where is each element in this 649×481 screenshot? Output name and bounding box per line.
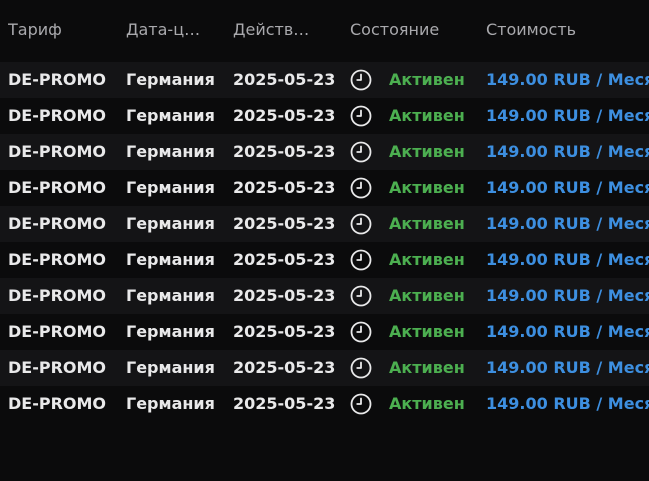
cell-plan: DE-PROMO bbox=[8, 70, 107, 89]
cell-status: Активен bbox=[389, 394, 465, 413]
cell-country: Германия bbox=[126, 142, 215, 161]
table-body: DE-PROMO Германия 2025-05-23 Активен 149… bbox=[0, 62, 649, 422]
cell-plan: DE-PROMO bbox=[8, 178, 107, 197]
table-row[interactable]: DE-PROMO Германия 2025-05-23 Активен 149… bbox=[0, 206, 649, 242]
clock-icon bbox=[350, 69, 372, 91]
cell-price-link[interactable]: 149.00 RUB / Месяц bbox=[486, 98, 649, 134]
cell-country: Германия bbox=[126, 286, 215, 305]
cell-plan: DE-PROMO bbox=[8, 286, 107, 305]
cell-status: Активен bbox=[389, 178, 465, 197]
table-row[interactable]: DE-PROMO Германия 2025-05-23 Активен 149… bbox=[0, 134, 649, 170]
cell-price-link[interactable]: 149.00 RUB / Месяц bbox=[486, 350, 649, 386]
column-header-status[interactable]: Состояние bbox=[350, 20, 470, 39]
cell-date: 2025-05-23 bbox=[233, 358, 336, 377]
cell-date: 2025-05-23 bbox=[233, 286, 336, 305]
cell-price-link[interactable]: 149.00 RUB / Месяц bbox=[486, 314, 649, 350]
column-header-valid-until[interactable]: Действ… bbox=[233, 20, 317, 39]
cell-date: 2025-05-23 bbox=[233, 214, 336, 233]
table-row[interactable]: DE-PROMO Германия 2025-05-23 Активен 149… bbox=[0, 62, 649, 98]
cell-date: 2025-05-23 bbox=[233, 322, 336, 341]
cell-date: 2025-05-23 bbox=[233, 106, 336, 125]
cell-status: Активен bbox=[389, 142, 465, 161]
cell-status: Активен bbox=[389, 322, 465, 341]
cell-date: 2025-05-23 bbox=[233, 178, 336, 197]
table-row[interactable]: DE-PROMO Германия 2025-05-23 Активен 149… bbox=[0, 98, 649, 134]
clock-icon bbox=[350, 249, 372, 271]
table-row[interactable]: DE-PROMO Германия 2025-05-23 Активен 149… bbox=[0, 278, 649, 314]
cell-plan: DE-PROMO bbox=[8, 142, 107, 161]
cell-plan: DE-PROMO bbox=[8, 214, 107, 233]
cell-price-link[interactable]: 149.00 RUB / Месяц bbox=[486, 386, 649, 422]
cell-price-link[interactable]: 149.00 RUB / Месяц bbox=[486, 62, 649, 98]
cell-country: Германия bbox=[126, 214, 215, 233]
cell-plan: DE-PROMO bbox=[8, 358, 107, 377]
table-row[interactable]: DE-PROMO Германия 2025-05-23 Активен 149… bbox=[0, 350, 649, 386]
table-header: Тариф Дата-ц… Действ… Состояние Стоимост… bbox=[0, 12, 649, 50]
cell-price-link[interactable]: 149.00 RUB / Месяц bbox=[486, 134, 649, 170]
clock-icon bbox=[350, 393, 372, 415]
cell-date: 2025-05-23 bbox=[233, 250, 336, 269]
cell-status: Активен bbox=[389, 250, 465, 269]
cell-price-link[interactable]: 149.00 RUB / Месяц bbox=[486, 278, 649, 314]
clock-icon bbox=[350, 141, 372, 163]
table-row[interactable]: DE-PROMO Германия 2025-05-23 Активен 149… bbox=[0, 170, 649, 206]
cell-country: Германия bbox=[126, 106, 215, 125]
cell-date: 2025-05-23 bbox=[233, 142, 336, 161]
cell-plan: DE-PROMO bbox=[8, 106, 107, 125]
cell-status: Активен bbox=[389, 70, 465, 89]
clock-icon bbox=[350, 213, 372, 235]
table-row[interactable]: DE-PROMO Германия 2025-05-23 Активен 149… bbox=[0, 314, 649, 350]
table-row[interactable]: DE-PROMO Германия 2025-05-23 Активен 149… bbox=[0, 386, 649, 422]
cell-price-link[interactable]: 149.00 RUB / Месяц bbox=[486, 206, 649, 242]
cell-country: Германия bbox=[126, 394, 215, 413]
clock-icon bbox=[350, 321, 372, 343]
cell-status: Активен bbox=[389, 214, 465, 233]
cell-price-link[interactable]: 149.00 RUB / Месяц bbox=[486, 170, 649, 206]
cell-date: 2025-05-23 bbox=[233, 70, 336, 89]
cell-country: Германия bbox=[126, 358, 215, 377]
column-header-plan[interactable]: Тариф bbox=[8, 20, 108, 39]
clock-icon bbox=[350, 357, 372, 379]
column-header-datacenter[interactable]: Дата-ц… bbox=[126, 20, 208, 39]
cell-country: Германия bbox=[126, 70, 215, 89]
cell-status: Активен bbox=[389, 286, 465, 305]
clock-icon bbox=[350, 177, 372, 199]
clock-icon bbox=[350, 105, 372, 127]
cell-country: Германия bbox=[126, 178, 215, 197]
cell-price-link[interactable]: 149.00 RUB / Месяц bbox=[486, 242, 649, 278]
clock-icon bbox=[350, 285, 372, 307]
table-row[interactable]: DE-PROMO Германия 2025-05-23 Активен 149… bbox=[0, 242, 649, 278]
cell-country: Германия bbox=[126, 322, 215, 341]
cell-plan: DE-PROMO bbox=[8, 250, 107, 269]
cell-status: Активен bbox=[389, 106, 465, 125]
cell-plan: DE-PROMO bbox=[8, 394, 107, 413]
cell-plan: DE-PROMO bbox=[8, 322, 107, 341]
cell-status: Активен bbox=[389, 358, 465, 377]
cell-country: Германия bbox=[126, 250, 215, 269]
column-header-price[interactable]: Стоимость bbox=[486, 20, 626, 39]
cell-date: 2025-05-23 bbox=[233, 394, 336, 413]
subscriptions-table: Тариф Дата-ц… Действ… Состояние Стоимост… bbox=[0, 0, 649, 481]
